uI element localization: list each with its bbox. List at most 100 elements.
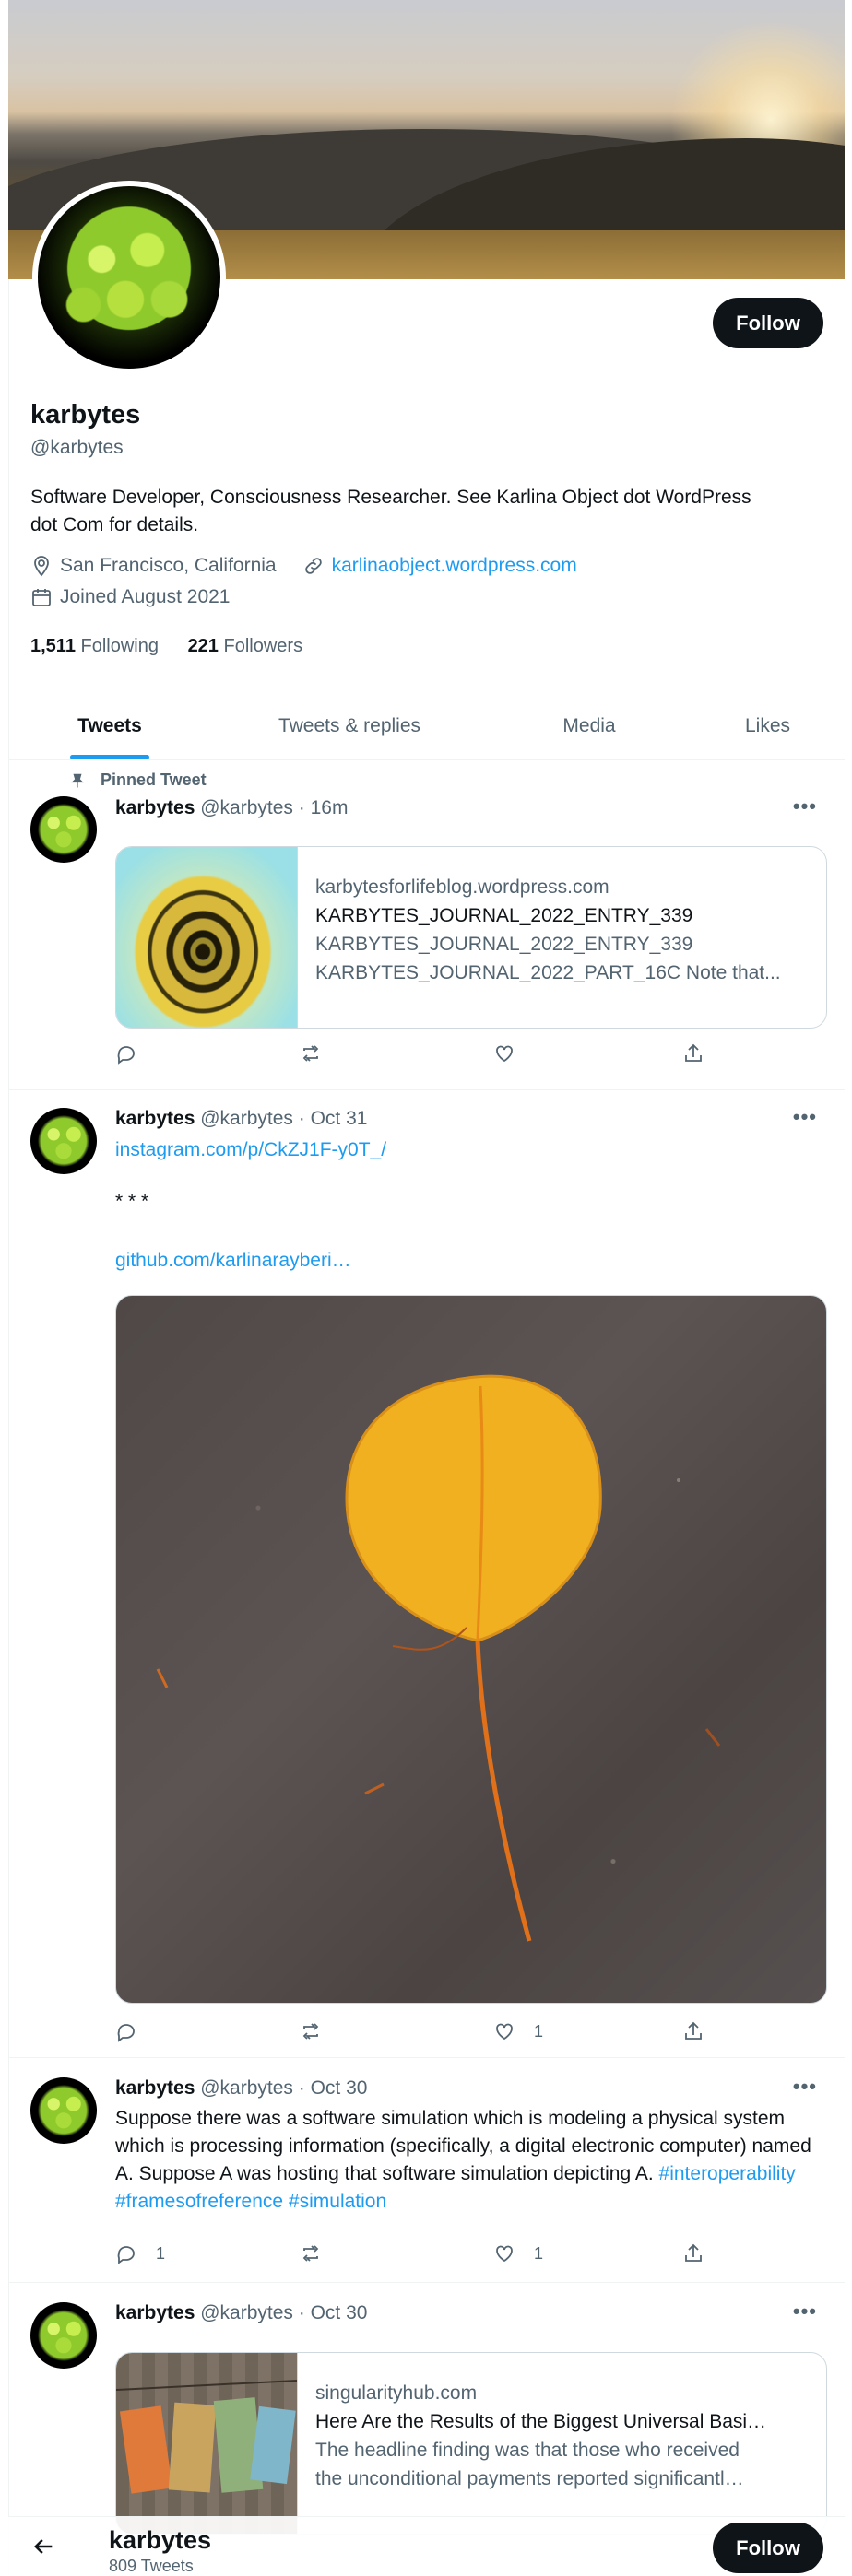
tweet-time[interactable]: · Oct 30: [299, 2302, 368, 2323]
profile-avatar[interactable]: [32, 181, 226, 374]
like-button[interactable]: 1: [493, 2242, 543, 2264]
link-card[interactable]: singularityhub.com Here Are the Results …: [115, 2352, 827, 2535]
tweet-photo[interactable]: [115, 1295, 827, 2004]
sticky-profile-name: karbytes: [109, 2526, 212, 2554]
like-count: 1: [534, 2021, 544, 2041]
heart-icon: [496, 2245, 513, 2263]
like-button[interactable]: [493, 1042, 534, 1065]
share-button[interactable]: [682, 1042, 723, 1065]
tweet-text: Suppose there was a software simulation …: [115, 2108, 811, 2212]
tweet-header: karbytes @karbytes · Oct 30: [115, 2302, 367, 2324]
avatar[interactable]: [30, 1108, 97, 1174]
share-icon: [685, 1043, 702, 1062]
tweet-author-handle[interactable]: @karbytes: [200, 2302, 293, 2323]
profile-joined: Joined August 2021: [60, 586, 231, 607]
tweet-actions: 1 1: [115, 2242, 798, 2270]
share-icon: [685, 2243, 702, 2262]
tweet-count: 809 Tweets: [109, 2557, 194, 2575]
profile-stats: 1,511 Following 221 Followers: [30, 636, 302, 657]
card-title: KARBYTES_JOURNAL_2022_ENTRY_339: [315, 905, 693, 926]
profile-joined-row: Joined August 2021: [30, 586, 231, 608]
link-icon: [302, 555, 325, 577]
tweet-header: karbytes @karbytes · Oct 30: [115, 2077, 367, 2100]
card-thumbnail: [116, 847, 298, 1028]
retweet-button[interactable]: [300, 2242, 340, 2264]
following-link[interactable]: 1,511 Following: [30, 636, 159, 656]
card-description: KARBYTES_JOURNAL_2022_PART_16C Note that…: [315, 962, 781, 983]
more-options-icon[interactable]: •••: [793, 1105, 817, 1129]
avatar[interactable]: [30, 2077, 97, 2144]
profile-website-link[interactable]: karlinaobject.wordpress.com: [332, 555, 577, 577]
tweet-actions: 1: [115, 2020, 798, 2048]
retweet-icon: [302, 2245, 319, 2262]
avatar[interactable]: [30, 796, 97, 863]
follow-button[interactable]: Follow: [713, 2523, 823, 2573]
tweet-author-name[interactable]: karbytes: [115, 2302, 195, 2323]
like-button[interactable]: 1: [493, 2020, 543, 2042]
tweet-time[interactable]: · Oct 30: [299, 2077, 368, 2099]
followers-link[interactable]: 221 Followers: [188, 636, 303, 656]
tweet-text: * * *: [115, 1191, 149, 1212]
tweet-link[interactable]: github.com/karlinarayberi…: [115, 1247, 825, 1275]
tweet-author-handle[interactable]: @karbytes: [200, 1108, 293, 1129]
card-title: Here Are the Results of the Biggest Univ…: [315, 2411, 767, 2432]
profile-location: San Francisco, California: [60, 555, 277, 576]
link-card[interactable]: karbytesforlifeblog.wordpress.com KARBYT…: [115, 846, 827, 1029]
tab-tweets-replies[interactable]: Tweets & replies: [211, 693, 488, 759]
tweet-author-handle[interactable]: @karbytes: [200, 797, 293, 818]
share-icon: [685, 2021, 702, 2040]
calendar-icon: [30, 586, 53, 608]
card-description: the unconditional payments reported sign…: [315, 2468, 744, 2489]
tweet[interactable]: karbytes @karbytes · Oct 30 ••• Suppose …: [8, 2057, 845, 2283]
card-domain: karbytesforlifeblog.wordpress.com: [315, 876, 609, 898]
card-description: The headline finding was that those who …: [315, 2440, 740, 2461]
card-thumbnail: [116, 2353, 298, 2534]
more-options-icon[interactable]: •••: [793, 794, 817, 818]
like-count: 1: [534, 2243, 544, 2263]
share-button[interactable]: [682, 2242, 723, 2264]
reply-count: 1: [156, 2243, 166, 2263]
tweet-actions: [115, 1042, 798, 1070]
avatar[interactable]: [30, 2302, 97, 2369]
tweet-author-name[interactable]: karbytes: [115, 2077, 195, 2099]
tab-likes[interactable]: Likes: [691, 693, 845, 759]
back-arrow-icon[interactable]: [30, 2534, 56, 2559]
reply-icon: [117, 1046, 135, 1065]
tweet-link[interactable]: instagram.com/p/CkZJ1F-y0T_/: [115, 1136, 825, 1164]
tweet-header: karbytes @karbytes · Oct 31: [115, 1108, 367, 1130]
tweet-time[interactable]: · 16m: [299, 797, 349, 818]
tweet-author-handle[interactable]: @karbytes: [200, 2077, 293, 2099]
more-options-icon[interactable]: •••: [793, 2300, 817, 2323]
retweet-button[interactable]: [300, 2020, 340, 2042]
reply-button[interactable]: [115, 1042, 156, 1065]
profile-handle: @karbytes: [30, 437, 124, 458]
location-icon: [30, 555, 53, 577]
heart-icon: [496, 2023, 513, 2041]
retweet-icon: [302, 1045, 319, 1062]
reply-icon: [117, 2246, 135, 2264]
profile-tabs: Tweets Tweets & replies Media Likes: [8, 693, 845, 760]
sticky-profile-bar: karbytes 809 Tweets Follow: [8, 2516, 845, 2575]
reply-button[interactable]: 1: [115, 2242, 165, 2264]
tweet[interactable]: karbytes @karbytes · 16m ••• karbytesfor…: [8, 759, 845, 1090]
retweet-icon: [302, 2023, 319, 2040]
tweet[interactable]: karbytes @karbytes · Oct 31 ••• instagra…: [8, 1089, 845, 2058]
tweet-author-name[interactable]: karbytes: [115, 1108, 195, 1129]
retweet-button[interactable]: [300, 1042, 340, 1065]
profile-meta-row: San Francisco, California karlinaobject.…: [30, 555, 577, 577]
leaf-image: [156, 1374, 721, 1942]
tab-tweets[interactable]: Tweets: [8, 693, 211, 759]
more-options-icon[interactable]: •••: [793, 2075, 817, 2099]
card-domain: singularityhub.com: [315, 2382, 478, 2404]
profile-name: karbytes: [30, 400, 141, 429]
profile-bio: Software Developer, Consciousness Resear…: [30, 487, 751, 535]
reply-button[interactable]: [115, 2020, 156, 2042]
card-description: KARBYTES_JOURNAL_2022_ENTRY_339: [315, 934, 693, 955]
tweet-author-name[interactable]: karbytes: [115, 797, 195, 818]
share-button[interactable]: [682, 2020, 723, 2042]
tweet-header: karbytes @karbytes · 16m: [115, 797, 348, 819]
tweet-time[interactable]: · Oct 31: [299, 1108, 368, 1129]
follow-button[interactable]: Follow: [713, 298, 823, 348]
tab-media[interactable]: Media: [488, 693, 691, 759]
heart-icon: [496, 1045, 513, 1063]
